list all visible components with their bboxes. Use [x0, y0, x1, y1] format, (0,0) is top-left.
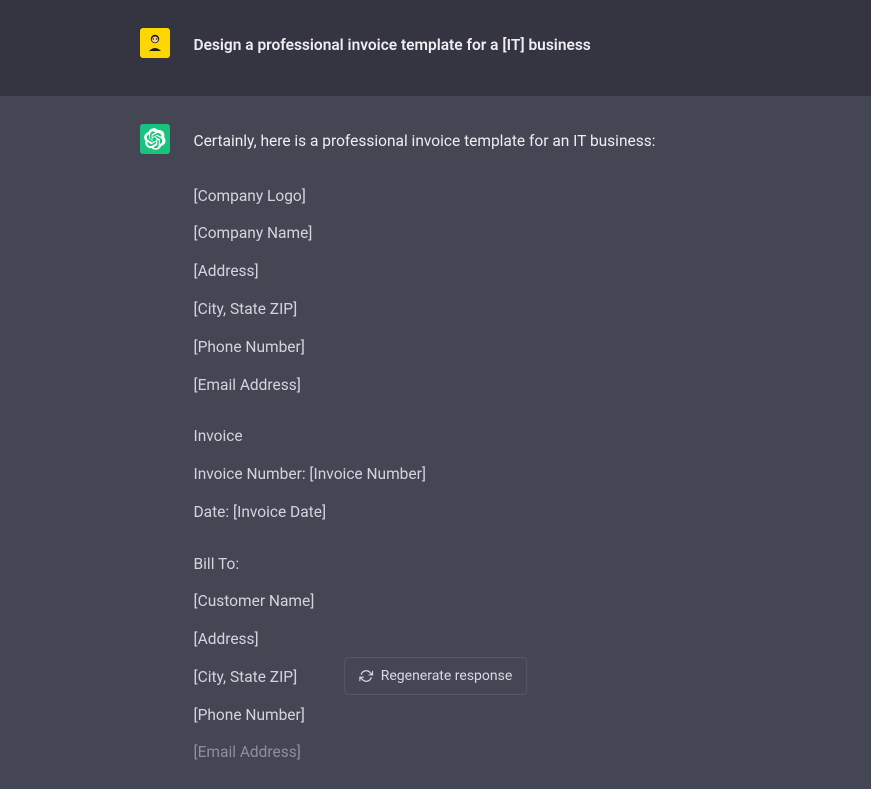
invoice-number-line: Invoice Number: [Invoice Number]	[194, 459, 746, 491]
customer-phone-line: [Phone Number]	[194, 700, 746, 732]
regenerate-button[interactable]: Regenerate response	[344, 657, 528, 695]
company-address-line: [Address]	[194, 256, 746, 288]
invoice-date-line: Date: [Invoice Date]	[194, 497, 746, 529]
customer-address-line: [Address]	[194, 624, 746, 656]
assistant-avatar	[140, 124, 170, 154]
company-name-line: [Company Name]	[194, 218, 746, 250]
company-email-line: [Email Address]	[194, 370, 746, 402]
user-avatar-icon	[143, 31, 167, 55]
bill-to-line: Bill To:	[194, 549, 746, 581]
invoice-header-block: Invoice Invoice Number: [Invoice Number]…	[194, 421, 746, 528]
user-message-row: Design a professional invoice template f…	[0, 0, 871, 96]
openai-logo-icon	[144, 128, 166, 150]
user-message-inner: Design a professional invoice template f…	[66, 28, 806, 58]
company-phone-line: [Phone Number]	[194, 332, 746, 364]
customer-name-line: [Customer Name]	[194, 586, 746, 618]
user-prompt-text: Design a professional invoice template f…	[194, 28, 746, 58]
regenerate-icon	[359, 669, 373, 683]
invoice-title-line: Invoice	[194, 421, 746, 453]
company-city-line: [City, State ZIP]	[194, 294, 746, 326]
user-avatar	[140, 28, 170, 58]
response-intro: Certainly, here is a professional invoic…	[194, 128, 746, 154]
company-block: [Company Logo] [Company Name] [Address] …	[194, 181, 746, 402]
regenerate-label: Regenerate response	[381, 668, 513, 684]
company-logo-line: [Company Logo]	[194, 181, 746, 213]
customer-email-line: [Email Address]	[194, 737, 746, 769]
